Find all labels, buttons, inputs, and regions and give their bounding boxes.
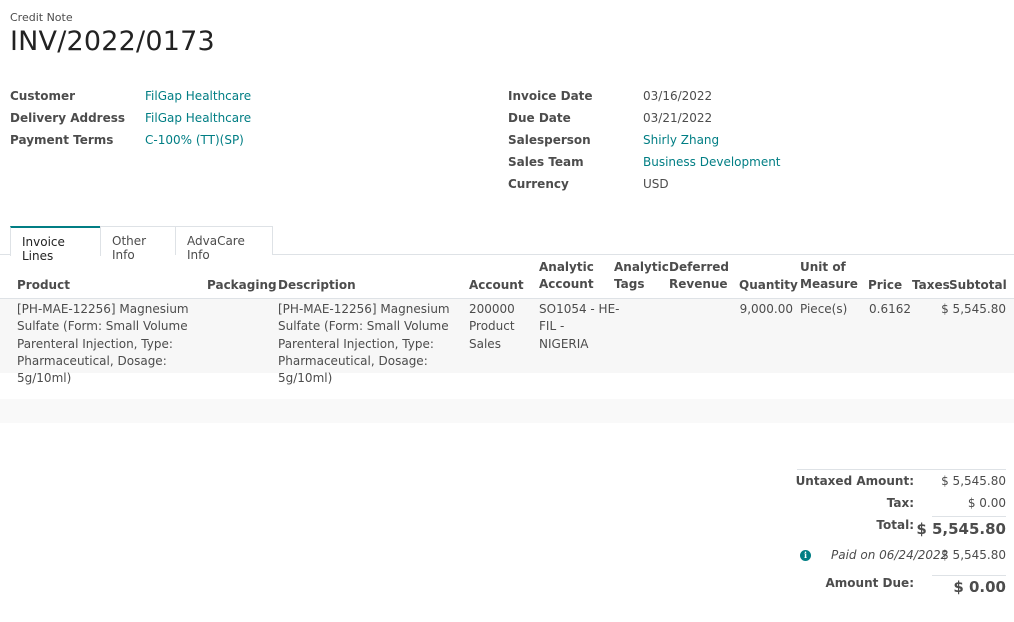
column-header-analytic-account-line1: Analytic	[539, 260, 594, 274]
total-label: Total:	[876, 518, 914, 532]
row-description-line: [PH-MAE-12256] Magnesium	[278, 302, 450, 316]
currency-value: USD	[643, 177, 669, 191]
row-product-line: Parenteral Injection, Type:	[17, 336, 173, 351]
row-quantity-cell[interactable]: 9,000.00	[733, 301, 793, 318]
totals-divider	[797, 469, 1006, 470]
row-subtotal-cell[interactable]: $ 5,545.80	[940, 301, 1006, 318]
row-product-line: Sulfate (Form: Small Volume	[17, 319, 188, 334]
customer-label: Customer	[10, 89, 76, 103]
row-description-cell[interactable]: [PH-MAE-12256] Magnesium Sulfate (Form: …	[278, 301, 468, 387]
column-header-analytic-account-line2: Account	[539, 277, 594, 291]
row-description-line: Sulfate (Form: Small Volume	[278, 319, 449, 334]
amount-due-label: Amount Due:	[825, 576, 914, 590]
amount-due-value: $ 0.00	[953, 578, 1006, 596]
due-date-label: Due Date	[508, 111, 571, 125]
row-product-line: [PH-MAE-12256] Magnesium	[17, 302, 189, 316]
column-header-analytic-tags-line1: Analytic	[614, 260, 669, 274]
payment-terms-link[interactable]: C-100% (TT)(SP)	[145, 133, 244, 147]
total-value: $ 5,545.80	[916, 520, 1006, 538]
row-product-line: Pharmaceutical, Dosage: 5g/10ml)	[17, 353, 167, 386]
column-header-deferred-revenue[interactable]: Deferred Revenue	[669, 259, 729, 293]
tab-invoice-lines[interactable]: Invoice Lines	[10, 226, 101, 263]
row-uom-cell[interactable]: Piece(s)	[800, 301, 847, 318]
table-empty-row	[0, 399, 1014, 423]
invoice-date-value: 03/16/2022	[643, 89, 713, 103]
row-account-cell[interactable]: 200000 Product Sales	[469, 301, 515, 353]
salesperson-label: Salesperson	[508, 133, 591, 147]
salesperson-link[interactable]: Shirly Zhang	[643, 133, 719, 147]
column-header-subtotal[interactable]: Subtotal	[949, 277, 1007, 294]
column-header-product[interactable]: Product	[17, 277, 70, 294]
row-account-line: Sales	[469, 336, 501, 351]
column-header-quantity[interactable]: Quantity	[739, 277, 798, 294]
column-header-uom-line2: Measure	[800, 277, 858, 291]
info-circle-icon[interactable]: i	[800, 550, 811, 561]
column-header-account[interactable]: Account	[469, 277, 524, 294]
untaxed-amount-label: Untaxed Amount:	[795, 474, 914, 488]
column-header-analytic-account[interactable]: Analytic Account	[539, 259, 594, 293]
notebook-tabs: Invoice Lines Other Info AdvaCare Info	[0, 226, 1014, 263]
tab-other-info[interactable]: Other Info	[100, 226, 176, 262]
row-analytic-account-line: SO1054 - HE-	[539, 302, 620, 316]
sales-team-label: Sales Team	[508, 155, 584, 169]
tab-advacare-info[interactable]: AdvaCare Info	[175, 226, 273, 262]
column-header-analytic-tags[interactable]: Analytic Tags	[614, 259, 669, 293]
total-divider	[932, 516, 1006, 517]
row-price-cell[interactable]: 0.6162	[869, 301, 911, 318]
row-account-line: 200000	[469, 302, 515, 316]
column-header-analytic-tags-line2: Tags	[614, 277, 645, 291]
due-date-value: 03/21/2022	[643, 111, 713, 125]
currency-label: Currency	[508, 177, 569, 191]
tax-value: $ 0.00	[967, 496, 1006, 510]
row-analytic-account-line: FIL -	[539, 319, 565, 334]
column-header-deferred-revenue-line1: Deferred	[669, 260, 730, 274]
page-title: INV/2022/0173	[10, 26, 215, 57]
delivery-address-link[interactable]: FilGap Healthcare	[145, 111, 251, 125]
document-type-label: Credit Note	[10, 11, 73, 24]
payment-terms-label: Payment Terms	[10, 133, 114, 147]
column-header-unit-of-measure[interactable]: Unit of Measure	[800, 259, 858, 293]
payment-amount-value: $ 5,545.80	[941, 548, 1006, 562]
untaxed-amount-value: $ 5,545.80	[941, 474, 1006, 488]
column-header-uom-line1: Unit of	[800, 260, 846, 274]
row-description-line: Parenteral Injection, Type:	[278, 336, 434, 351]
column-header-deferred-revenue-line2: Revenue	[669, 277, 728, 291]
invoice-date-label: Invoice Date	[508, 89, 593, 103]
row-product-cell[interactable]: [PH-MAE-12256] Magnesium Sulfate (Form: …	[17, 301, 207, 387]
customer-link[interactable]: FilGap Healthcare	[145, 89, 251, 103]
column-header-description[interactable]: Description	[278, 277, 356, 294]
sales-team-link[interactable]: Business Development	[643, 155, 781, 169]
row-analytic-account-cell[interactable]: SO1054 - HE- FIL - NIGERIA	[539, 301, 620, 353]
tax-label: Tax:	[886, 496, 914, 510]
column-header-packaging[interactable]: Packaging	[207, 277, 277, 294]
column-header-price[interactable]: Price	[868, 277, 902, 294]
row-account-line: Product	[469, 319, 515, 334]
column-header-taxes[interactable]: Taxes	[912, 277, 950, 294]
row-analytic-account-line: NIGERIA	[539, 336, 589, 351]
amount-due-divider	[932, 575, 1006, 576]
row-description-line: Pharmaceutical, Dosage: 5g/10ml)	[278, 353, 428, 386]
delivery-address-label: Delivery Address	[10, 111, 126, 125]
